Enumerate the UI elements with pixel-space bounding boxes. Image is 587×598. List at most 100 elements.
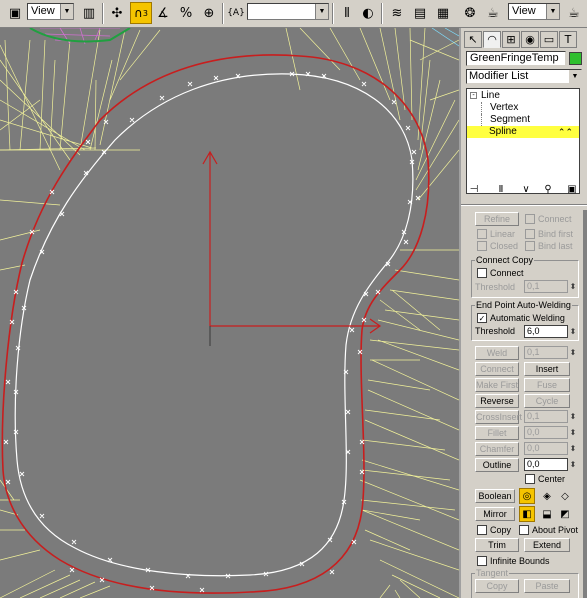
automatic-welding-checkbox[interactable]: ✓ Automatic Welding (477, 312, 565, 324)
align-icon[interactable]: ◐ (357, 2, 379, 24)
cyan-wire (431, 28, 459, 47)
object-color-swatch[interactable] (569, 52, 582, 65)
mirror-copy-checkbox[interactable]: Copy (477, 524, 511, 536)
trim-button[interactable]: Trim (475, 538, 519, 552)
motion-tab-icon[interactable]: ◉ (521, 31, 539, 48)
stack-item-vertex[interactable]: Vertex (481, 102, 579, 114)
configure-sets-icon[interactable]: ▣ (565, 182, 579, 196)
utilities-tab-icon[interactable]: T (559, 31, 577, 48)
object-name-field[interactable]: GreenFringeTemp (466, 51, 566, 66)
insert-button[interactable]: Insert (524, 362, 570, 376)
stack-item-line[interactable]: - Line (467, 90, 579, 102)
render-view-dropdown[interactable]: View ▼ (508, 3, 560, 20)
pin-stack-icon[interactable]: ⊣ (467, 182, 481, 196)
collapse-icon[interactable]: - (470, 92, 477, 99)
cross-insert-button[interactable]: CrossInsert (475, 410, 522, 424)
separator (102, 3, 104, 24)
mirror-icon[interactable]: ⫴ (336, 2, 358, 24)
select-object-icon[interactable]: ▣ (4, 2, 26, 24)
stack-item-segment[interactable]: Segment (481, 114, 579, 126)
display-tab-icon[interactable]: ▭ (540, 31, 558, 48)
chevron-down-icon: ▼ (315, 4, 328, 19)
bind-first-checkbox[interactable]: Bind first (525, 228, 573, 240)
connect-copy-threshold-label: Threshold (475, 282, 516, 292)
outer-spline[interactable] (1, 54, 430, 594)
viewport-canvas[interactable] (0, 28, 459, 598)
boolean-button[interactable]: Boolean (475, 489, 515, 503)
refine-button[interactable]: Refine (475, 212, 519, 226)
render-scene-icon[interactable]: ☕ (482, 2, 504, 24)
separator (381, 3, 383, 24)
connect-copy-checkbox[interactable]: Connect (477, 267, 524, 279)
connect-copy-threshold-spinner[interactable]: 0,1 (524, 280, 578, 293)
cycle-button[interactable]: Cycle (524, 394, 570, 408)
reverse-button[interactable]: Reverse (475, 394, 519, 408)
linear-checkbox[interactable]: Linear (477, 228, 515, 240)
modify-tab-icon[interactable]: ◠ (483, 31, 501, 48)
transform-gizmo[interactable] (202, 150, 382, 334)
connect-button[interactable]: Connect (475, 362, 519, 376)
make-first-button[interactable]: Make First (475, 378, 519, 392)
tangent-paste-button[interactable]: Paste (524, 579, 570, 593)
modifier-stack[interactable]: - Line Vertex Segment Spline ⌃⌃ (466, 88, 580, 194)
cross-insert-spinner[interactable]: 0,1 (524, 410, 578, 423)
mirror-horizontal-icon[interactable]: ◧ (519, 506, 535, 522)
create-tab-icon[interactable]: ↖ (464, 31, 482, 48)
weld-button[interactable]: Weld (475, 346, 519, 360)
outline-button[interactable]: Outline (475, 458, 519, 472)
weld-spinner[interactable]: 0,1 (524, 346, 578, 359)
extend-button[interactable]: Extend (524, 538, 570, 552)
named-selection-icon[interactable]: {A} (225, 2, 247, 24)
quick-render-icon[interactable]: ☕ (563, 2, 585, 24)
closed-checkbox[interactable]: Closed (477, 240, 518, 252)
outline-spinner[interactable]: 0,0 (524, 458, 578, 471)
viewport-top[interactable] (0, 28, 459, 598)
show-end-result-icon[interactable]: Ⅱ (494, 182, 508, 196)
infinite-bounds-checkbox[interactable]: Infinite Bounds (477, 555, 550, 567)
remove-modifier-icon[interactable]: ⚲ (541, 182, 555, 196)
subtraction-icon[interactable]: ◈ (539, 488, 555, 504)
about-pivot-checkbox[interactable]: About Pivot (519, 524, 578, 536)
mirror-vertical-icon[interactable]: ⬓ (539, 506, 555, 522)
main-toolbar: ▣ View ▼ ▥ ✣ ∩ 3 ∡ % ⊕ {A} ▼ ⫴ ◐ ≋ ▤ ▦ ❂ … (0, 0, 587, 28)
manipulate-icon[interactable]: ✣ (106, 2, 128, 24)
end-point-welding-title: End Point Auto-Welding (475, 300, 572, 310)
chevron-down-icon: ▼ (569, 70, 581, 83)
tangent-copy-button[interactable]: Copy (475, 579, 519, 593)
bind-last-checkbox[interactable]: Bind last (525, 240, 573, 252)
fillet-spinner[interactable]: 0,0 (524, 426, 578, 439)
union-icon[interactable]: ◎ (519, 488, 535, 504)
connect-refine-checkbox[interactable]: Connect (525, 213, 572, 225)
chamfer-button[interactable]: Chamfer (475, 442, 519, 456)
inner-spline[interactable] (14, 73, 414, 577)
fillet-button[interactable]: Fillet (475, 426, 519, 440)
pivot-icon[interactable]: ▥ (78, 2, 100, 24)
mirror-both-icon[interactable]: ◩ (557, 506, 573, 522)
modifier-list-dropdown[interactable]: Modifier List ▼ (466, 69, 582, 84)
curve-editor-icon[interactable]: ▤ (409, 2, 431, 24)
make-unique-icon[interactable]: ∨ (519, 182, 533, 196)
reference-coordinate-value: View (31, 5, 55, 17)
auto-weld-threshold-spinner[interactable]: 6,0 (524, 325, 578, 338)
snap-toggle-icon[interactable]: ∩ 3 (130, 2, 152, 24)
layers-icon[interactable]: ≋ (386, 2, 408, 24)
stack-item-spline[interactable]: Spline ⌃⌃ (467, 126, 579, 138)
percent-snap-icon[interactable]: % (175, 2, 197, 24)
center-checkbox[interactable]: Center (525, 473, 565, 485)
intersection-icon[interactable]: ◇ (557, 488, 573, 504)
stack-item-label: Spline (489, 126, 517, 137)
named-selection-dropdown[interactable]: ▼ (247, 3, 329, 20)
stack-item-label: Line (481, 90, 500, 101)
fuse-button[interactable]: Fuse (524, 378, 570, 392)
mirror-button[interactable]: Mirror (475, 507, 515, 521)
chamfer-spinner[interactable]: 0,0 (524, 442, 578, 455)
material-editor-icon[interactable]: ❂ (459, 2, 481, 24)
chevron-down-icon: ▼ (546, 4, 559, 19)
panel-scrollbar[interactable] (583, 210, 587, 598)
angle-snap-icon[interactable]: ∡ (152, 2, 174, 24)
reference-coordinate-dropdown[interactable]: View ▼ (27, 3, 74, 20)
spline-subobject-icon: ⌃⌃ (557, 127, 573, 137)
spinner-snap-icon[interactable]: ⊕ (198, 2, 220, 24)
hierarchy-tab-icon[interactable]: ⊞ (502, 31, 520, 48)
schematic-view-icon[interactable]: ▦ (432, 2, 454, 24)
